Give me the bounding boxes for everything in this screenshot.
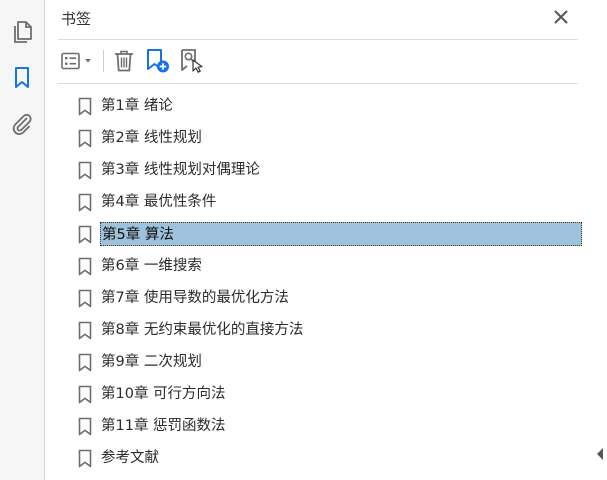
delete-bookmark-button[interactable] bbox=[111, 47, 137, 75]
toolbar-divider bbox=[103, 50, 104, 72]
bookmark-item-selected[interactable]: 第5章 算法 bbox=[45, 221, 593, 247]
panel-edge bbox=[593, 0, 607, 480]
attachments-button[interactable] bbox=[8, 110, 36, 138]
bookmark-item[interactable]: 第1章 绪论 bbox=[45, 93, 593, 119]
collapse-arrow-icon[interactable] bbox=[595, 446, 605, 462]
bookmark-label[interactable]: 第8章 无约束最优化的直接方法 bbox=[100, 319, 303, 341]
bookmark-icon bbox=[78, 353, 92, 372]
bookmark-item[interactable]: 第8章 无约束最优化的直接方法 bbox=[45, 317, 593, 343]
bookmark-item[interactable]: 第2章 线性规划 bbox=[45, 125, 593, 151]
bookmark-icon bbox=[78, 129, 92, 148]
bookmark-label[interactable]: 第10章 可行方向法 bbox=[100, 383, 226, 405]
bookmark-item[interactable]: 第6章 一维搜索 bbox=[45, 253, 593, 279]
bookmark-label[interactable]: 第5章 算法 bbox=[100, 222, 582, 246]
bookmark-icon bbox=[78, 97, 92, 116]
bookmark-label[interactable]: 第1章 绪论 bbox=[100, 95, 173, 117]
bookmark-label[interactable]: 参考文献 bbox=[100, 447, 159, 469]
bookmark-icon bbox=[78, 193, 92, 212]
close-panel-button[interactable] bbox=[550, 6, 572, 28]
bookmark-label[interactable]: 第11章 惩罚函数法 bbox=[100, 415, 226, 437]
divider bbox=[58, 83, 578, 84]
bookmark-item[interactable]: 第10章 可行方向法 bbox=[45, 381, 593, 407]
bookmark-item[interactable]: 第4章 最优性条件 bbox=[45, 189, 593, 215]
bookmark-item[interactable]: 第7章 使用导数的最优化方法 bbox=[45, 285, 593, 311]
bookmark-item[interactable]: 参考文献 bbox=[45, 445, 593, 471]
bookmark-icon bbox=[15, 67, 29, 88]
bookmark-item[interactable]: 第11章 惩罚函数法 bbox=[45, 413, 593, 439]
new-bookmark-icon bbox=[147, 49, 169, 73]
bookmarks-toolbar bbox=[58, 44, 578, 78]
bookmark-icon bbox=[78, 449, 92, 468]
navigation-rail bbox=[0, 0, 45, 480]
bookmark-label[interactable]: 第6章 一维搜索 bbox=[100, 255, 202, 277]
paperclip-icon bbox=[12, 113, 32, 135]
find-current-bookmark-button[interactable] bbox=[178, 47, 206, 75]
list-options-icon bbox=[61, 52, 91, 70]
bookmark-icon bbox=[78, 225, 92, 244]
bookmark-icon bbox=[78, 161, 92, 180]
trash-icon bbox=[114, 50, 134, 72]
bookmark-label[interactable]: 第4章 最优性条件 bbox=[100, 191, 216, 213]
bookmark-label[interactable]: 第7章 使用导数的最优化方法 bbox=[100, 287, 289, 309]
find-current-bookmark-icon bbox=[181, 49, 203, 73]
bookmark-icon bbox=[78, 257, 92, 276]
bookmark-label[interactable]: 第9章 二次规划 bbox=[100, 351, 202, 373]
divider bbox=[58, 39, 578, 40]
bookmark-label[interactable]: 第2章 线性规划 bbox=[100, 127, 202, 149]
bookmark-icon bbox=[78, 385, 92, 404]
close-icon bbox=[554, 10, 568, 24]
bookmark-icon bbox=[78, 321, 92, 340]
bookmark-label[interactable]: 第3章 线性规划对偶理论 bbox=[100, 159, 260, 181]
pages-thumbnails-button[interactable] bbox=[8, 18, 36, 46]
bookmarks-panel: 书签 第1章 绪论 第2章 线性规划 第3章 线性规划对偶理论 第4章 最优性条… bbox=[45, 0, 593, 480]
options-menu-button[interactable] bbox=[60, 47, 96, 75]
bookmarks-button[interactable] bbox=[8, 64, 36, 92]
new-bookmark-button[interactable] bbox=[144, 47, 172, 75]
bookmark-item[interactable]: 第3章 线性规划对偶理论 bbox=[45, 157, 593, 183]
panel-title: 书签 bbox=[61, 10, 92, 28]
bookmark-item[interactable]: 第9章 二次规划 bbox=[45, 349, 593, 375]
pages-icon bbox=[14, 21, 32, 43]
bookmark-icon bbox=[78, 289, 92, 308]
bookmark-icon bbox=[78, 417, 92, 436]
